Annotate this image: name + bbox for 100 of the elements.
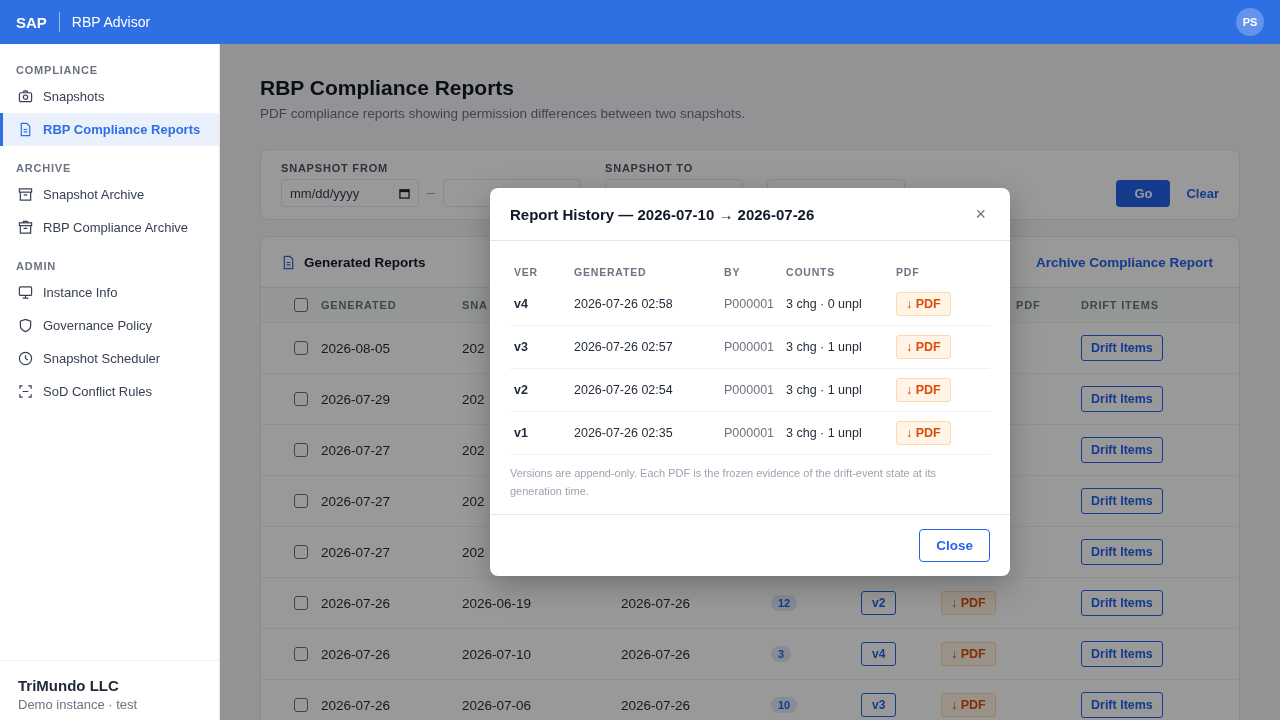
table-cell-text: 2026-07-26 02:54 <box>574 383 674 398</box>
logo: SAP <box>16 13 47 31</box>
table-cell: 2026-07-27 <box>321 493 391 509</box>
table-cell-text: 3 chg · 0 unpl <box>786 297 863 312</box>
column-header: COUNTS <box>786 266 837 279</box>
sidebar-item[interactable]: Snapshot Archive <box>0 178 219 211</box>
organization-name: TriMundo LLC <box>18 677 120 694</box>
table-cell-text: P000001 <box>724 297 776 312</box>
page-title: RBP Compliance Reports <box>260 76 515 100</box>
section-title: ADMIN <box>15 259 58 274</box>
pdf-button[interactable]: ↓ PDF <box>896 378 951 403</box>
card-title: Generated Reports <box>304 254 426 270</box>
sidebar-item[interactable]: Snapshots <box>0 80 219 113</box>
archive-box-icon <box>18 187 33 202</box>
drift-items-button[interactable]: Drift Items <box>1081 641 1163 667</box>
sidebar-item[interactable]: Governance Policy <box>0 309 219 342</box>
row-checkbox[interactable] <box>294 596 308 610</box>
pdf-button[interactable]: ↓ PDF <box>896 421 951 446</box>
table-cell: 202 <box>462 340 485 356</box>
row-checkbox[interactable] <box>294 698 308 712</box>
drift-items-button[interactable]: Drift Items <box>1081 692 1163 718</box>
column-header: SNA <box>462 299 488 311</box>
version-label: v4 <box>514 297 529 312</box>
row-checkbox[interactable] <box>294 443 308 457</box>
calendar-icon[interactable] <box>399 187 410 199</box>
pdf-button[interactable]: ↓ PDF <box>941 693 996 717</box>
page-subtitle: PDF compliance reports showing permission differences between two snapshots. <box>260 106 747 121</box>
column-header: BY <box>724 266 742 279</box>
row-checkbox[interactable] <box>294 341 308 355</box>
filter-label: SNAPSHOT FROM <box>281 162 389 174</box>
table-cell: 2026-07-26 <box>321 646 391 662</box>
row-checkbox[interactable] <box>294 494 308 508</box>
table-cell: 2026-06-19 <box>462 595 532 611</box>
table-cell-text: P000001 <box>724 426 776 441</box>
column-header: PDF <box>1016 299 1041 311</box>
table-cell: 202 <box>462 493 485 509</box>
clock-icon <box>18 351 33 366</box>
version-label: v3 <box>514 340 529 355</box>
table-cell-text: 3 chg · 1 unpl <box>786 383 863 398</box>
table-cell: 2026-07-26 <box>321 595 391 611</box>
count-badge: 12 <box>771 595 798 611</box>
count-badge: 10 <box>771 697 798 713</box>
drift-items-button[interactable]: Drift Items <box>1081 386 1163 412</box>
camera-icon <box>18 89 33 104</box>
table-cell-text: 3 chg · 1 unpl <box>786 426 863 441</box>
table-cell-text: P000001 <box>724 383 776 398</box>
table-cell: 2026-07-29 <box>321 391 391 407</box>
monitor-icon <box>18 285 33 300</box>
table-cell: 2026-07-26 <box>621 646 691 662</box>
scan-frame-icon <box>18 384 33 399</box>
section-title: ARCHIVE <box>15 161 73 176</box>
row-checkbox[interactable] <box>294 392 308 406</box>
pdf-button[interactable]: ↓ PDF <box>941 642 996 666</box>
date-field[interactable]: mm/dd/yyyy <box>281 179 419 207</box>
section-title: COMPLIANCE <box>15 63 99 78</box>
document-icon <box>18 122 33 137</box>
drift-items-button[interactable]: Drift Items <box>1081 488 1163 514</box>
version-label: v2 <box>514 383 529 398</box>
go-button[interactable]: Go <box>1116 180 1171 207</box>
sidebar-item[interactable]: SoD Conflict Rules <box>0 375 219 408</box>
version-label: v1 <box>514 426 529 441</box>
avatar[interactable]: PS <box>1236 8 1264 36</box>
clear-link[interactable]: Clear <box>1186 186 1219 201</box>
archive-report-link[interactable]: Archive Compliance Report <box>1035 254 1213 270</box>
shield-icon <box>18 318 33 333</box>
filter-label: SNAPSHOT TO <box>605 162 695 174</box>
drift-items-button[interactable]: Drift Items <box>1081 437 1163 463</box>
sidebar-item[interactable]: RBP Compliance Reports <box>0 113 219 146</box>
table-cell-text: P000001 <box>724 340 776 355</box>
version-button[interactable]: v4 <box>861 642 897 666</box>
pdf-button[interactable]: ↓ PDF <box>896 335 951 360</box>
version-button[interactable]: v2 <box>861 591 897 615</box>
pdf-button[interactable]: ↓ PDF <box>941 591 996 615</box>
table-cell: 202 <box>462 442 485 458</box>
sidebar-item[interactable]: RBP Compliance Archive <box>0 211 219 244</box>
column-header: GENERATED <box>574 266 648 279</box>
table-cell: 2026-07-26 <box>321 697 391 713</box>
row-checkbox[interactable] <box>294 647 308 661</box>
drift-items-button[interactable]: Drift Items <box>1081 590 1163 616</box>
table-cell: 2026-07-26 <box>621 595 691 611</box>
column-header: PDF <box>896 266 921 279</box>
app-name: RBP Advisor <box>71 14 151 30</box>
instance-label: Demo instance · test <box>18 697 139 712</box>
dialog-note: Versions are append-only. Each PDF is the frozen evidence of the drift-event state at its generation time. <box>510 466 937 499</box>
drift-items-button[interactable]: Drift Items <box>1081 335 1163 361</box>
table-cell: 2026-07-10 <box>462 646 532 662</box>
row-checkbox[interactable] <box>294 545 308 559</box>
table-cell: 2026-07-27 <box>321 442 391 458</box>
sidebar-item[interactable]: Snapshot Scheduler <box>0 342 219 375</box>
close-button[interactable]: Close <box>919 528 990 562</box>
column-header: DRIFT ITEMS <box>1081 299 1159 311</box>
column-header: GENERATED <box>321 299 397 311</box>
sidebar-item[interactable]: Instance Info <box>0 276 219 309</box>
drift-items-button[interactable]: Drift Items <box>1081 539 1163 565</box>
pdf-button[interactable]: ↓ PDF <box>896 292 951 317</box>
select-all-checkbox[interactable] <box>294 298 308 312</box>
column-header: VER <box>514 266 539 279</box>
version-button[interactable]: v3 <box>861 693 897 717</box>
table-cell: 2026-07-27 <box>321 544 391 560</box>
count-badge: 3 <box>771 646 792 662</box>
